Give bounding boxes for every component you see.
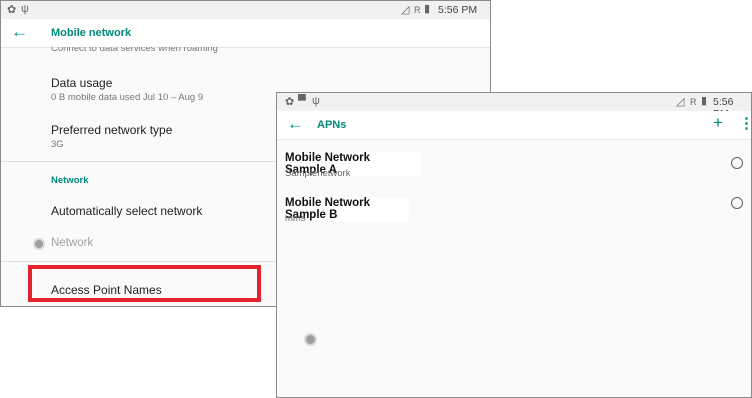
settings-icon: ✿ [7, 4, 17, 16]
access-point-names-link[interactable]: Access Point Names [51, 283, 162, 297]
preferred-network-type-value: 3G [51, 139, 64, 150]
apns-screen: ✿ ▀ ψ ◿ R ▮ 5:56 PM ← APNs + ⋮ Mobile Ne… [276, 92, 752, 398]
no-signal-icon: ◿ [676, 96, 685, 108]
roaming-indicator: R [690, 97, 697, 107]
battery-icon: ▮ [701, 95, 708, 107]
page-title: APNs [317, 119, 347, 131]
apn-radio-button[interactable] [731, 197, 743, 209]
back-arrow-icon[interactable]: ← [11, 22, 28, 42]
status-bar: ✿ ψ ◿ R ▮ 5:56 PM [1, 1, 490, 19]
battery-icon: ▮ [424, 3, 431, 15]
back-arrow-icon[interactable]: ← [287, 114, 304, 134]
roaming-row-cutoff: Connect to data services when roaming [51, 47, 218, 54]
apn-subtitle: mms [285, 213, 306, 224]
status-time: 5:56 PM [438, 4, 478, 16]
app-bar: ← Mobile network [1, 19, 490, 48]
add-icon[interactable]: + [713, 113, 723, 133]
data-usage-title[interactable]: Data usage [51, 76, 112, 90]
network-label: Network [51, 237, 94, 249]
page-title: Mobile network [51, 27, 132, 39]
roaming-indicator: R [414, 5, 421, 15]
touch-indicator [306, 335, 315, 344]
more-vert-icon[interactable]: ⋮ [739, 114, 751, 132]
settings-icon: ✿ [285, 96, 295, 108]
preferred-network-type-title[interactable]: Preferred network type [51, 123, 172, 137]
usb-icon: ψ [21, 3, 29, 15]
status-bar: ✿ ▀ ψ ◿ R ▮ 5:56 PM [277, 93, 751, 120]
usb-icon: ψ [312, 95, 320, 107]
network-section-header: Network [51, 175, 89, 186]
network-toggle[interactable] [35, 240, 43, 248]
apn-radio-button[interactable] [731, 157, 743, 169]
image-icon: ▀ [298, 95, 306, 107]
apn-subtitle: Samplenetwork [285, 168, 351, 179]
auto-select-network[interactable]: Automatically select network [51, 204, 202, 218]
no-signal-icon: ◿ [401, 4, 410, 16]
data-usage-subtitle: 0 B mobile data used Jul 10 – Aug 9 [51, 92, 204, 103]
app-bar: ← APNs + ⋮ [277, 111, 751, 140]
